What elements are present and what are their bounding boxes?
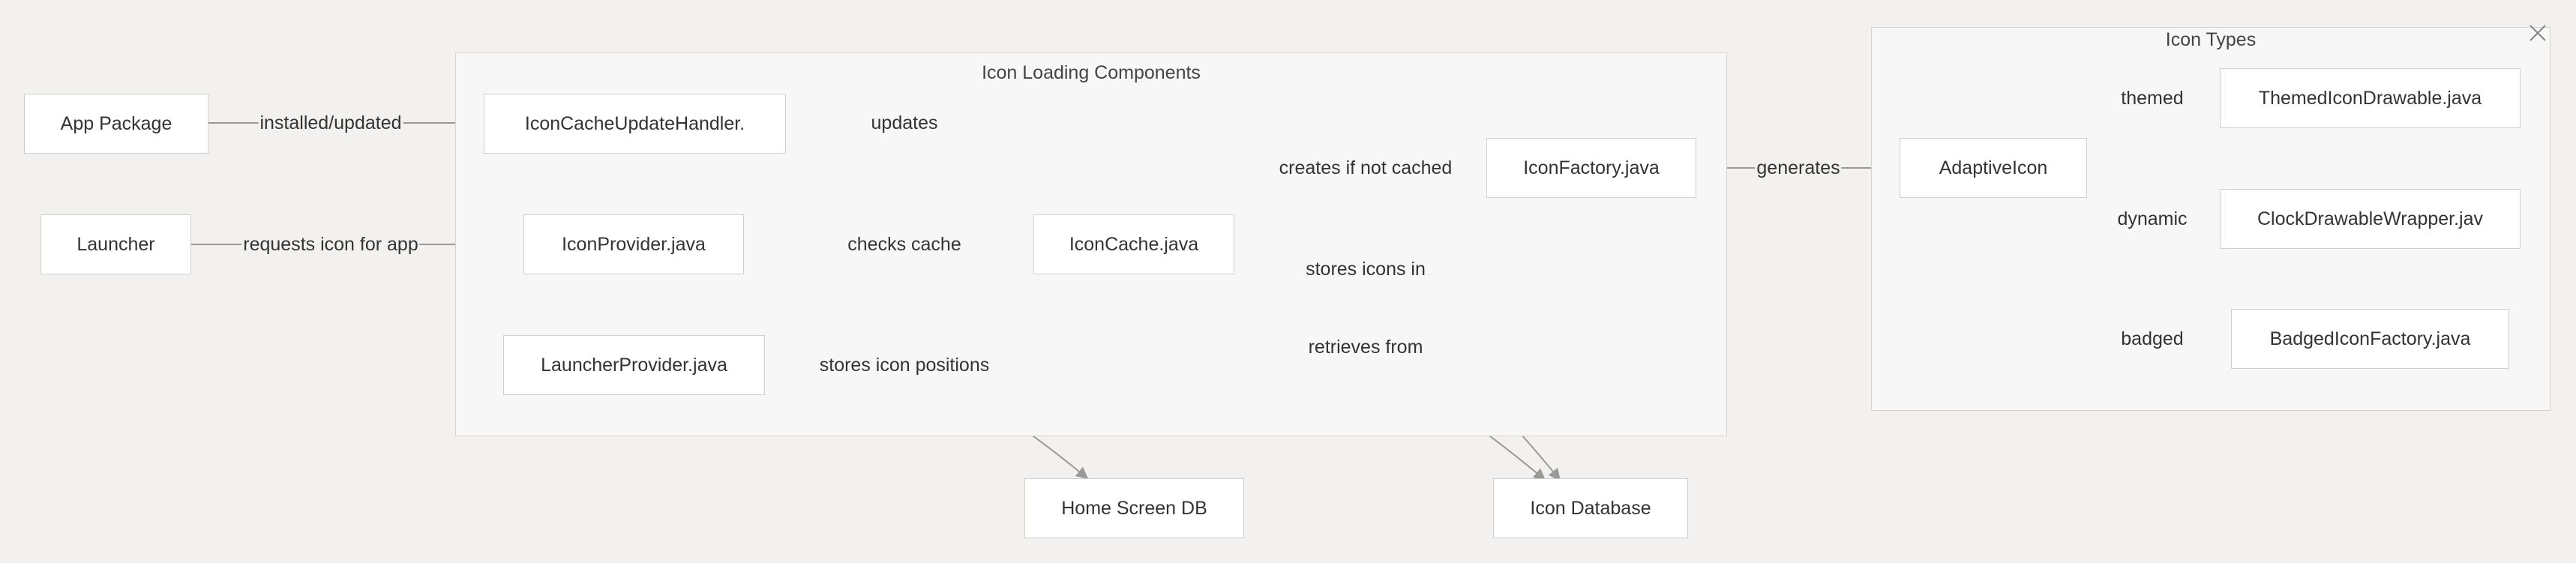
- edge-label-generates: generates: [1755, 156, 1842, 180]
- node-icon-factory[interactable]: IconFactory.java: [1486, 138, 1696, 198]
- node-label: IconCacheUpdateHandler.: [524, 112, 745, 134]
- node-label: BadgedIconFactory.java: [2269, 328, 2471, 349]
- edge-label-stores-icons-in: stores icons in: [1304, 257, 1427, 281]
- node-label: Home Screen DB: [1061, 497, 1207, 519]
- edge-label-creates-if-not-cached: creates if not cached: [1277, 156, 1454, 180]
- node-badged-icon-factory[interactable]: BadgedIconFactory.java: [2231, 309, 2509, 369]
- edge-label-retrieves-from: retrieves from: [1306, 335, 1425, 359]
- node-label: IconFactory.java: [1523, 157, 1660, 178]
- node-icon-provider[interactable]: IconProvider.java: [523, 214, 744, 274]
- edge-label-updates: updates: [869, 111, 940, 135]
- node-label: AdaptiveIcon: [1939, 157, 2048, 178]
- node-launcher-provider[interactable]: LauncherProvider.java: [503, 335, 765, 395]
- node-label: IconProvider.java: [562, 233, 706, 255]
- node-label: Launcher: [76, 233, 155, 255]
- node-launcher[interactable]: Launcher: [40, 214, 191, 274]
- node-label: Icon Database: [1530, 497, 1651, 519]
- edge-label-requests-icon: requests icon for app: [241, 232, 420, 256]
- diagram-canvas: Icon Loading Components Icon Types App P…: [0, 0, 2576, 563]
- edge-label-installed-updated: installed/updated: [258, 111, 403, 135]
- node-label: ClockDrawableWrapper.jav: [2257, 208, 2484, 229]
- node-app-package[interactable]: App Package: [24, 94, 208, 154]
- close-icon[interactable]: [2527, 22, 2548, 43]
- node-label: App Package: [60, 112, 172, 134]
- edge-label-checks-cache: checks cache: [846, 232, 963, 256]
- node-label: ThemedIconDrawable.java: [2258, 87, 2482, 109]
- node-icon-database[interactable]: Icon Database: [1493, 478, 1688, 538]
- node-home-screen-db[interactable]: Home Screen DB: [1024, 478, 1244, 538]
- node-icon-cache-update-handler[interactable]: IconCacheUpdateHandler.: [484, 94, 786, 154]
- node-icon-cache[interactable]: IconCache.java: [1033, 214, 1234, 274]
- node-themed-icon-drawable[interactable]: ThemedIconDrawable.java: [2220, 68, 2521, 128]
- node-adaptive-icon[interactable]: AdaptiveIcon: [1900, 138, 2087, 198]
- node-clock-drawable-wrapper[interactable]: ClockDrawableWrapper.jav: [2220, 189, 2521, 249]
- edge-label-dynamic: dynamic: [2116, 207, 2189, 231]
- cluster-title: Icon Loading Components: [982, 62, 1201, 83]
- cluster-title: Icon Types: [2165, 29, 2257, 50]
- edge-label-badged: badged: [2119, 327, 2185, 351]
- node-label: LauncherProvider.java: [541, 354, 727, 376]
- node-label: IconCache.java: [1069, 233, 1199, 255]
- edge-label-themed: themed: [2119, 86, 2185, 110]
- edge-label-stores-icon-positions: stores icon positions: [817, 353, 991, 377]
